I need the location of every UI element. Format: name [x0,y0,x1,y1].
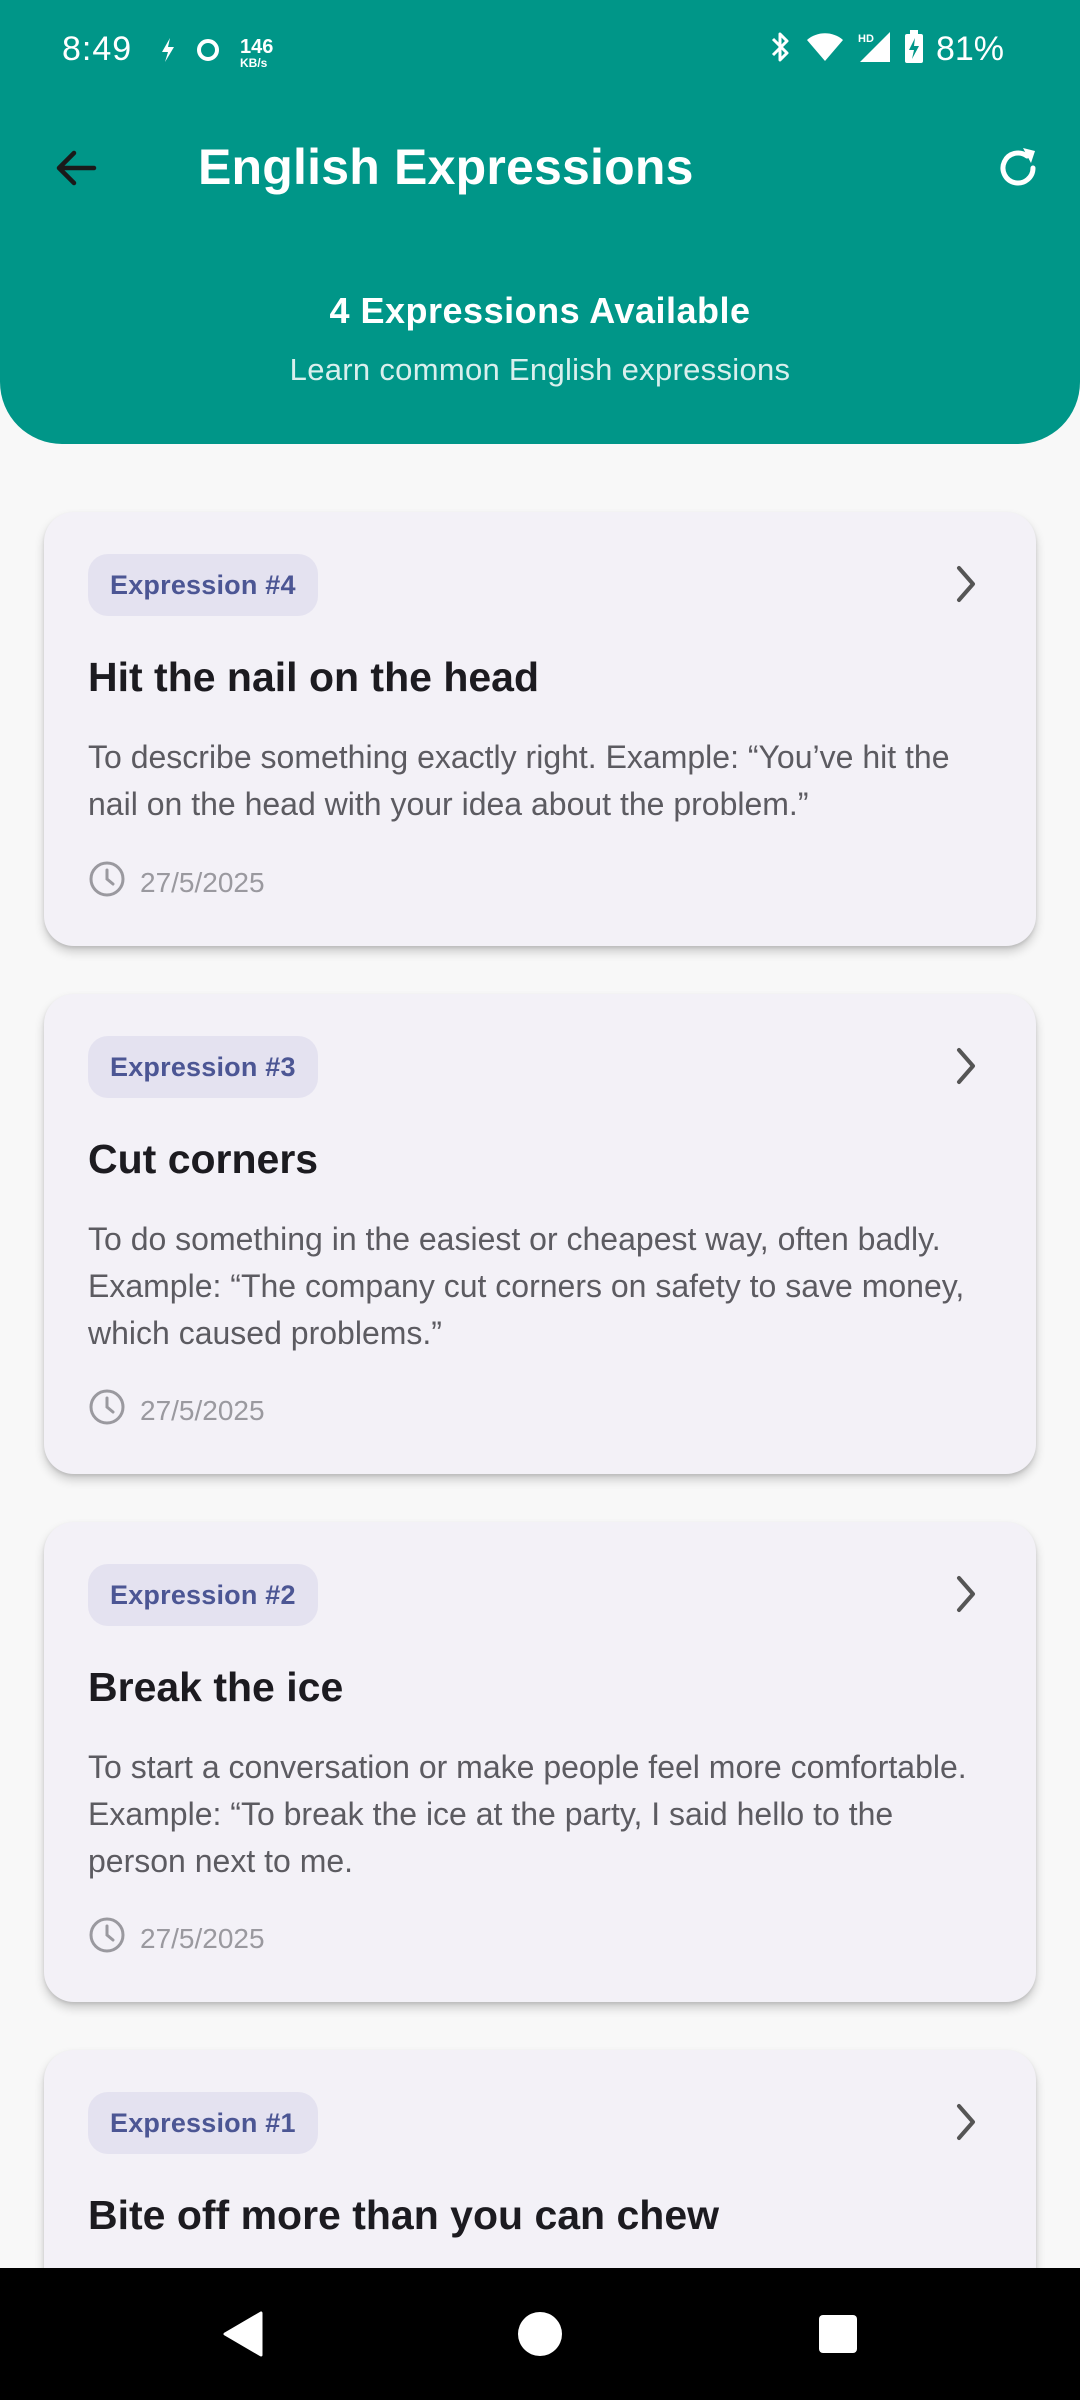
expression-date: 27/5/2025 [140,1394,265,1426]
expression-badge: Expression #3 [88,1036,318,1098]
nav-back-button[interactable] [214,2304,274,2364]
status-left-icons: 146 KB/s [160,36,273,69]
expression-title: Hit the nail on the head [88,654,540,700]
circle-status-icon [194,36,222,69]
battery-icon [904,30,924,69]
summary-subtitle: Learn common English expressions [289,352,791,387]
summary-section: 4 Expressions Available Learn common Eng… [0,290,1080,388]
app-bar: English Expressions [0,120,1080,220]
expression-badge: Expression #1 [88,2092,318,2154]
expression-badge: Expression #2 [88,1564,318,1626]
clock-icon [88,1388,126,1433]
nav-recents-button[interactable] [808,2304,868,2364]
refresh-button[interactable] [978,130,1058,210]
header-banner: 8:49 146 KB/s HD 81% English Expressions… [0,0,1080,444]
status-time: 8:49 [62,30,133,68]
expression-description: To describe something exactly right. Exa… [88,739,950,822]
expression-description: To do something in the easiest or cheape… [88,1221,965,1351]
expression-description: To start a conversation or make people f… [88,1749,967,1879]
expression-date-row: 27/5/2025 [88,860,265,905]
expression-title: Bite off more than you can chew [88,2192,720,2238]
expression-date: 27/5/2025 [140,866,265,898]
expression-card[interactable]: Expression #3 Cut corners To do somethin… [44,994,1036,1474]
chevron-right-icon[interactable] [940,558,992,610]
expressions-count: 4 Expressions Available [329,290,751,331]
expression-title: Cut corners [88,1136,319,1182]
clock-icon [88,1916,126,1961]
expression-date-row: 27/5/2025 [88,1388,265,1433]
wifi-icon [806,32,844,67]
charging-bolt-icon [160,37,176,68]
battery-percent: 81% [935,30,1004,68]
chevron-right-icon[interactable] [940,1040,992,1092]
chevron-right-icon[interactable] [940,2096,992,2148]
system-navigation-bar [0,2268,1080,2400]
clock-icon [88,860,126,905]
expression-badge: Expression #4 [88,554,318,616]
expression-card[interactable]: Expression #2 Break the ice To start a c… [44,1522,1036,2002]
status-bar: 8:49 146 KB/s HD 81% [0,0,1080,110]
page-title: English Expressions [198,139,694,195]
bluetooth-icon [768,30,794,69]
signal-hd-icon: HD [856,30,892,69]
nav-home-button[interactable] [510,2304,570,2364]
expression-date: 27/5/2025 [140,1922,265,1954]
expression-title: Break the ice [88,1664,344,1710]
back-button[interactable] [36,130,116,210]
expression-card[interactable]: Expression #4 Hit the nail on the head T… [44,512,1036,946]
refresh-icon [993,143,1043,198]
arrow-back-icon [52,144,100,197]
network-speed: 146 KB/s [240,35,274,70]
status-right-icons: HD 81% [768,30,1004,69]
svg-text:HD: HD [858,33,874,45]
expression-date-row: 27/5/2025 [88,1916,265,1961]
chevron-right-icon[interactable] [940,1568,992,1620]
